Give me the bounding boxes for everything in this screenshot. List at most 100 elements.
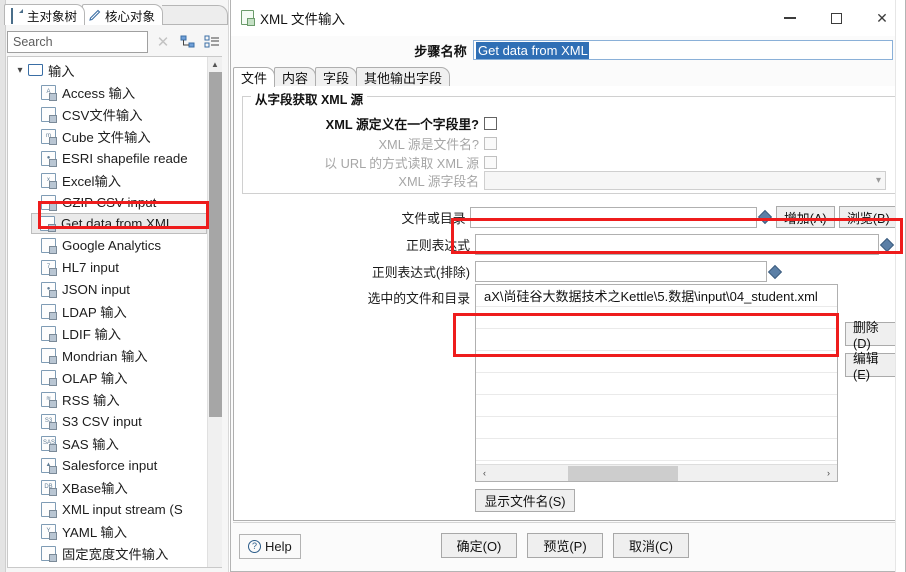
tree-root-label: 输入 xyxy=(48,63,75,79)
tree-item-rss-input[interactable]: ≋ RSS 输入 xyxy=(8,388,208,410)
tree-item-yaml-input[interactable]: Y YAML 输入 xyxy=(8,520,208,542)
checkbox-read-xml-from-url[interactable] xyxy=(484,156,497,169)
object-tree[interactable]: ▾ 输入 A Access 输入 CSV文件输入 m Cube 文件输入 ● ESRI sh… xyxy=(7,56,222,568)
tree-item-ldif-input[interactable]: LDIF 输入 xyxy=(8,322,208,344)
tab-additional-output-fields[interactable]: 其他输出字段 xyxy=(356,67,451,87)
table-row[interactable] xyxy=(476,439,837,461)
expand-tree-icon[interactable] xyxy=(178,32,198,52)
tree-item-sas-input[interactable]: SAS SAS 输入 xyxy=(8,432,208,454)
dialog-tabs: 文件 内容 字段 其他输出字段 xyxy=(233,66,905,87)
scroll-up-icon[interactable]: ▲ xyxy=(208,57,222,72)
tree-item-ldap-input[interactable]: LDAP 输入 xyxy=(8,300,208,322)
table-row[interactable] xyxy=(476,395,837,417)
tree-scrollbar-thumb[interactable] xyxy=(209,72,222,417)
tree-item-label: Excel输入 xyxy=(62,173,122,189)
tree-item-gzip-csv-input[interactable]: GZIP CSV input xyxy=(8,191,208,213)
table-row[interactable] xyxy=(476,373,837,395)
step-name-input[interactable]: Get data from XML xyxy=(473,40,893,60)
tree-item-hl7-input[interactable]: 7 HL7 input xyxy=(8,256,208,278)
edit-button[interactable]: 编辑(E) xyxy=(845,351,901,382)
input-regex[interactable] xyxy=(475,234,879,255)
tab-content[interactable]: 内容 xyxy=(274,67,317,87)
tree-item-cube-file-input[interactable]: m Cube 文件输入 xyxy=(8,125,208,147)
hscroll-track[interactable] xyxy=(493,465,820,482)
help-button[interactable]: ? Help xyxy=(239,534,301,559)
add-button[interactable]: 增加(A) xyxy=(775,206,835,228)
hscroll-thumb[interactable] xyxy=(568,465,678,481)
table-row[interactable] xyxy=(476,351,837,373)
tree-item-access-input[interactable]: A Access 输入 xyxy=(8,81,208,103)
xml-input-dialog: XML 文件输入 ✕ 步骤名称 Get data from XML 文件 内容 … xyxy=(230,0,906,572)
tree-doc-icon xyxy=(11,8,23,24)
xml-source-group-title: 从字段获取 XML 源 xyxy=(251,89,368,108)
tree-item-excel-input[interactable]: x Excel输入 xyxy=(8,169,208,191)
show-filenames-button[interactable]: 显示文件名(S) xyxy=(475,489,575,512)
table-row[interactable] xyxy=(476,417,837,439)
table-row[interactable]: aX\尚硅谷大数据技术之Kettle\5.数据\input\04_student… xyxy=(476,285,837,307)
tree-item-olap-input[interactable]: OLAP 输入 xyxy=(8,366,208,388)
tree-root-input[interactable]: ▾ 输入 xyxy=(8,59,208,81)
cube-file-input-icon: m xyxy=(41,128,57,145)
tree-item-salesforce-input[interactable]: ▲ Salesforce input xyxy=(8,454,208,476)
tab-fields[interactable]: 字段 xyxy=(315,67,358,87)
tree-item-s3-csv-input[interactable]: S3 S3 CSV input xyxy=(8,410,208,432)
checkbox-xml-source-is-filename[interactable] xyxy=(484,137,497,150)
dialog-vertical-scrollbar[interactable] xyxy=(895,0,905,572)
mondrian-input-icon xyxy=(41,347,57,364)
checkbox-xml-source-in-field[interactable] xyxy=(484,117,497,130)
step-name-row: 步骤名称 Get data from XML xyxy=(231,38,906,62)
delete-button[interactable]: 删除(D) xyxy=(845,320,901,351)
tree-item-mondrian-input[interactable]: Mondrian 输入 xyxy=(8,344,208,366)
tree-item-fixed-width-file-input[interactable]: 固定宽度文件输入 xyxy=(8,542,208,564)
tree-item-csv-file-input[interactable]: CSV文件输入 xyxy=(8,103,208,125)
field-regex-exclude-label: 正则表达式(排除) xyxy=(371,265,470,280)
selected-files-table[interactable]: aX\尚硅谷大数据技术之Kettle\5.数据\input\04_student… xyxy=(475,284,838,482)
fixed-width-file-input-icon xyxy=(41,545,57,562)
field-xml-source-fieldname-label: XML 源字段名 xyxy=(398,174,479,189)
search-row: Search ✕ xyxy=(7,30,222,54)
window-edge-shadow xyxy=(0,0,6,572)
chevron-down-icon[interactable]: ▾ xyxy=(12,65,28,76)
left-panel: 主对象树 核心对象 Search ✕ ▾ 输入 A Access 输入 CSV文… xyxy=(0,0,229,572)
selected-files-horizontal-scrollbar[interactable]: ‹ › xyxy=(476,464,837,481)
field-file-or-directory-label: 文件或目录 xyxy=(401,210,466,226)
tree-item-label: ESRI shapefile reade xyxy=(62,150,188,166)
tree-item-xbase-input[interactable]: DB XBase输入 xyxy=(8,476,208,498)
scroll-right-icon[interactable]: › xyxy=(820,468,837,478)
tree-item-get-data-from-xml[interactable]: Get data from XML xyxy=(31,213,207,234)
browse-button[interactable]: 浏览(B) xyxy=(838,206,898,228)
preview-button[interactable]: 预览(P) xyxy=(527,533,603,558)
cancel-button[interactable]: 取消(C) xyxy=(613,533,689,558)
variable-icon[interactable] xyxy=(767,264,783,279)
tree-item-esri-shapefile-reader[interactable]: ● ESRI shapefile reade xyxy=(8,147,208,169)
variable-icon[interactable] xyxy=(879,237,895,252)
tab-main-object-tree[interactable]: 主对象树 xyxy=(4,4,86,25)
scroll-left-icon[interactable]: ‹ xyxy=(476,468,493,478)
tab-core-objects[interactable]: 核心对象 xyxy=(82,4,164,25)
collapse-tree-icon[interactable] xyxy=(202,32,222,52)
combo-xml-source-fieldname[interactable]: ▾ xyxy=(484,171,886,190)
google-analytics-icon xyxy=(41,237,57,254)
input-regex-exclude[interactable] xyxy=(475,261,767,282)
tree-item-load-file-content[interactable]: 文件内容加载至内存 xyxy=(8,564,208,567)
variable-icon[interactable] xyxy=(757,209,772,225)
table-row[interactable] xyxy=(476,307,837,329)
field-xml-source-is-filename-label: XML 源是文件名? xyxy=(378,137,480,152)
tree-item-google-analytics[interactable]: Google Analytics xyxy=(8,234,208,256)
input-file-or-directory[interactable] xyxy=(470,206,757,228)
window-controls: ✕ xyxy=(767,0,905,36)
tree-item-json-input[interactable]: ● JSON input xyxy=(8,278,208,300)
search-input[interactable]: Search xyxy=(7,31,148,53)
tab-files[interactable]: 文件 xyxy=(233,67,276,87)
minimize-icon[interactable] xyxy=(767,0,813,36)
tree-item-label: XBase输入 xyxy=(62,480,128,496)
clear-x-icon[interactable]: ✕ xyxy=(152,31,174,53)
tree-vertical-scrollbar[interactable]: ▲ xyxy=(207,57,222,567)
table-row[interactable] xyxy=(476,329,837,351)
tab-content-label: 内容 xyxy=(282,71,309,86)
ok-button[interactable]: 确定(O) xyxy=(441,533,517,558)
maximize-icon[interactable] xyxy=(813,0,859,36)
field-read-xml-from-url-label: 以 URL 的方式读取 XML 源 xyxy=(324,156,479,171)
tree-item-label: GZIP CSV input xyxy=(62,194,157,210)
tree-item-xml-input-stream[interactable]: XML input stream (S xyxy=(8,498,208,520)
